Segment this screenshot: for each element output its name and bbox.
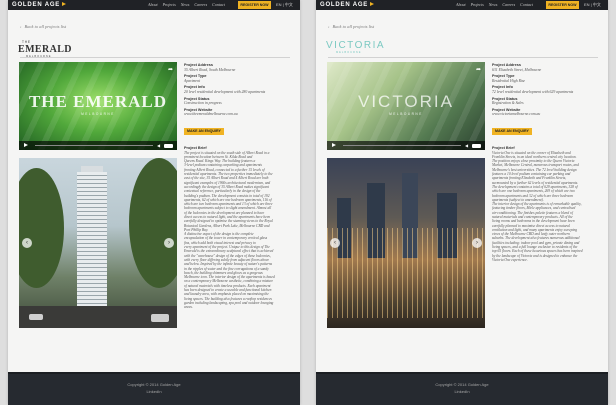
video-progress-bar[interactable]	[343, 145, 461, 146]
nav-item-projects[interactable]: Projects	[471, 2, 484, 7]
language-switch[interactable]: EN | 中文	[276, 2, 293, 8]
project-photo-carousel[interactable]: ‹ ›	[19, 158, 177, 328]
make-enquiry-button[interactable]: MAKE AN ENQUIRY	[184, 127, 224, 135]
video-progress-bar[interactable]	[35, 145, 153, 146]
nav-item-careers[interactable]: Careers	[194, 2, 207, 7]
car-shape	[29, 314, 43, 320]
project-brief-text: The project is situated on the south sid…	[184, 150, 275, 310]
project-logo-name: VICTORIA	[326, 40, 386, 51]
back-to-projects-link[interactable]: ‹ Back to all projects list	[20, 24, 66, 29]
logo-text: GOLDEN AGE	[12, 2, 61, 8]
project-video-player[interactable]: THE EMERALD MELBOURNE ➦ ◀	[19, 62, 177, 150]
project-info: Project Address 35 Albert Road, South Me…	[184, 63, 292, 361]
main-nav: About Projects News Careers Contact	[456, 2, 533, 7]
language-switch[interactable]: EN | 中文	[584, 2, 601, 8]
top-navigation-bar: GOLDEN AGE About Projects News Careers C…	[8, 0, 300, 10]
back-to-projects-link[interactable]: ‹ Back to all projects list	[328, 24, 374, 29]
info-value-address: 631 Elizabeth Street, Melbourne	[492, 67, 542, 72]
project-page-emerald: GOLDEN AGE About Projects News Careers C…	[8, 0, 300, 405]
tree-shape	[19, 168, 64, 288]
register-now-button[interactable]: REGISTER NOW	[546, 1, 579, 9]
car-shape	[151, 314, 169, 322]
nav-item-about[interactable]: About	[456, 2, 466, 7]
play-icon[interactable]	[332, 143, 336, 147]
main-nav: About Projects News Careers Contact	[148, 2, 225, 7]
project-logo-place: MELBOURNE	[336, 51, 362, 54]
triangle-icon	[62, 2, 67, 7]
video-controls: ◀	[327, 141, 485, 150]
top-navigation-bar: GOLDEN AGE About Projects News Careers C…	[316, 0, 608, 10]
volume-icon[interactable]: ◀	[157, 143, 160, 148]
info-value-status: Construction in progress	[184, 101, 222, 106]
play-icon[interactable]	[24, 143, 28, 147]
share-icon[interactable]: ➦	[476, 66, 481, 73]
info-value-info: 20 level residential development with 28…	[184, 89, 266, 94]
chevron-left-icon[interactable]: ‹	[330, 238, 340, 248]
nav-item-projects[interactable]: Projects	[163, 2, 176, 7]
project-photo-carousel[interactable]: ‹ ›	[327, 158, 485, 328]
project-page-victoria: GOLDEN AGE About Projects News Careers C…	[316, 0, 608, 405]
project-brief-text: Victoria One is situated on the corner o…	[492, 150, 583, 262]
site-logo[interactable]: GOLDEN AGE	[12, 2, 67, 8]
linkedin-link[interactable]: LinkedIn	[316, 389, 608, 394]
nav-item-contact[interactable]: Contact	[212, 2, 225, 7]
logo-text: GOLDEN AGE	[320, 2, 369, 8]
site-footer: Copyright © 2014 Golden Age LinkedIn	[316, 372, 608, 405]
city-lights	[327, 228, 485, 318]
register-now-button[interactable]: REGISTER NOW	[238, 1, 271, 9]
project-logo: THE EMERALD MELBOURNE	[18, 40, 72, 58]
project-video-player[interactable]: VICTORIA MELBOURNE ➦ ◀	[327, 62, 485, 150]
nav-item-news[interactable]: News	[181, 2, 190, 7]
tree-shape	[129, 158, 177, 288]
video-subtitle: MELBOURNE	[81, 112, 115, 116]
info-value-type: Apartment	[184, 78, 201, 83]
divider	[20, 57, 290, 58]
info-value-address: 35 Albert Road, South Melbourne	[184, 67, 236, 72]
chevron-right-icon[interactable]: ›	[164, 238, 174, 248]
info-value-website[interactable]: www.theemeraldmelbourne.com.au	[184, 112, 292, 117]
chevron-right-icon[interactable]: ›	[472, 238, 482, 248]
make-enquiry-button[interactable]: MAKE AN ENQUIRY	[492, 127, 532, 135]
info-value-status: Registration & Sales	[492, 101, 524, 106]
divider	[328, 57, 598, 58]
site-logo[interactable]: GOLDEN AGE	[320, 2, 375, 8]
copyright-text: Copyright © 2014 Golden Age	[435, 382, 489, 387]
back-link-label: Back to all projects list	[24, 24, 67, 29]
youtube-icon[interactable]	[472, 144, 481, 148]
site-footer: Copyright © 2014 Golden Age LinkedIn	[8, 372, 300, 405]
info-value-website[interactable]: www.victoriamelbourne.com.au	[492, 112, 600, 117]
video-controls: ◀	[19, 141, 177, 150]
linkedin-link[interactable]: LinkedIn	[8, 389, 300, 394]
nav-item-news[interactable]: News	[489, 2, 498, 7]
nav-item-contact[interactable]: Contact	[520, 2, 533, 7]
copyright-text: Copyright © 2014 Golden Age	[127, 382, 181, 387]
project-logo-name: EMERALD	[18, 44, 72, 55]
video-title: VICTORIA	[358, 92, 454, 111]
nav-item-about[interactable]: About	[148, 2, 158, 7]
youtube-icon[interactable]	[164, 144, 173, 148]
nav-item-careers[interactable]: Careers	[502, 2, 515, 7]
info-value-type: Residential High Rise	[492, 78, 526, 83]
back-link-label: Back to all projects list	[332, 24, 375, 29]
info-value-info: 72 level residential development with 62…	[492, 89, 574, 94]
video-subtitle: MELBOURNE	[389, 112, 423, 116]
project-logo: VICTORIA MELBOURNE	[326, 40, 385, 54]
chevron-left-icon[interactable]: ‹	[22, 238, 32, 248]
share-icon[interactable]: ➦	[168, 66, 173, 73]
arrow-left-icon: ‹	[20, 24, 22, 29]
arrow-left-icon: ‹	[328, 24, 330, 29]
tower-shape	[77, 172, 107, 312]
volume-icon[interactable]: ◀	[465, 143, 468, 148]
project-info: Project Address 631 Elizabeth Street, Me…	[492, 63, 600, 301]
video-title: THE EMERALD	[28, 92, 168, 111]
triangle-icon	[370, 2, 375, 7]
